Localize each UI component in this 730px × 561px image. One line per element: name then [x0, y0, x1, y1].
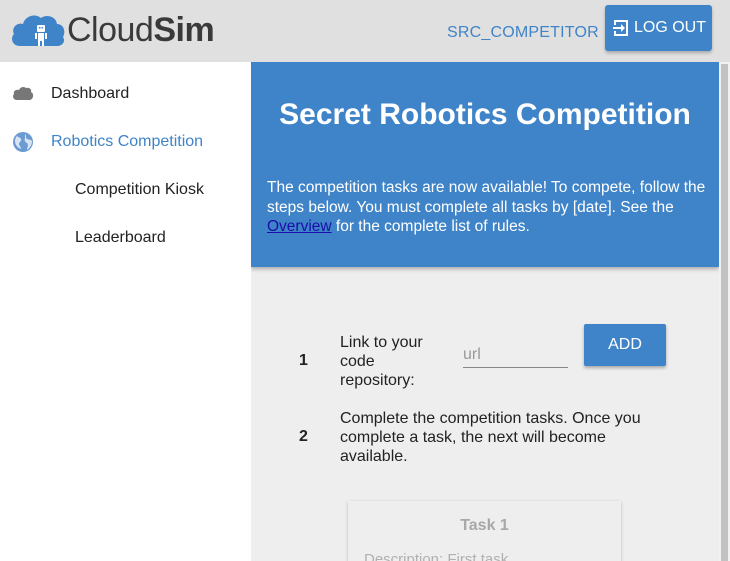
sidebar-item-robotics-competition[interactable]: Robotics Competition — [0, 118, 251, 166]
sidebar-item-label: Robotics Competition — [51, 133, 204, 150]
competition-intro-text: The competition tasks are now available!… — [267, 178, 707, 237]
sidebar-item-label: Dashboard — [51, 85, 130, 102]
add-button[interactable]: ADD — [584, 324, 666, 366]
task-title: Task 1 — [460, 517, 509, 534]
username-link[interactable]: SRC_COMPETITOR — [447, 24, 599, 42]
page-title: Secret Robotics Competition — [279, 98, 691, 131]
step-number: 1 — [299, 352, 308, 369]
top-app-bar: CloudSim SRC_COMPETITOR LOG OUT — [0, 0, 730, 62]
task-card[interactable]: Task 1 Description: First task — [348, 501, 621, 561]
intro-text-start: The competition tasks are now available!… — [267, 179, 706, 216]
robot-cloud-icon — [10, 12, 66, 48]
exit-icon — [612, 20, 628, 36]
globe-icon — [11, 131, 35, 153]
sidebar-item-leaderboard[interactable]: Leaderboard — [0, 214, 251, 262]
cloud-icon — [11, 83, 35, 105]
logout-button[interactable]: LOG OUT — [605, 5, 712, 51]
step-text: Link to your code repository: — [340, 334, 423, 389]
logout-label: LOG OUT — [633, 19, 706, 36]
intro-text-end: for the complete list of rules. — [331, 218, 530, 235]
step-text: Complete the competition tasks. Once you… — [340, 410, 641, 465]
step-number: 2 — [299, 428, 308, 445]
logo-text-light: Cloud — [67, 11, 154, 49]
repository-url-input[interactable] — [463, 342, 568, 368]
sidebar-item-dashboard[interactable]: Dashboard — [0, 70, 251, 118]
task-description: Description: First task — [364, 551, 509, 561]
competition-header-card: Secret Robotics Competition The competit… — [251, 62, 719, 267]
sidebar-item-label: Leaderboard — [75, 229, 166, 246]
logo-text: CloudSim — [67, 10, 215, 50]
scrollbar-thumb[interactable] — [721, 64, 728, 561]
sidebar-item-label: Competition Kiosk — [75, 181, 204, 198]
logo-text-bold: Sim — [153, 11, 215, 49]
cloudsim-logo[interactable]: CloudSim — [10, 10, 215, 50]
sidebar-item-competition-kiosk[interactable]: Competition Kiosk — [0, 166, 251, 214]
main-content: Secret Robotics Competition The competit… — [251, 62, 730, 561]
sidebar: Dashboard Robotics Competition Competiti… — [0, 62, 251, 561]
overview-link[interactable]: Overview — [267, 218, 332, 235]
scrollbar[interactable] — [719, 62, 730, 561]
